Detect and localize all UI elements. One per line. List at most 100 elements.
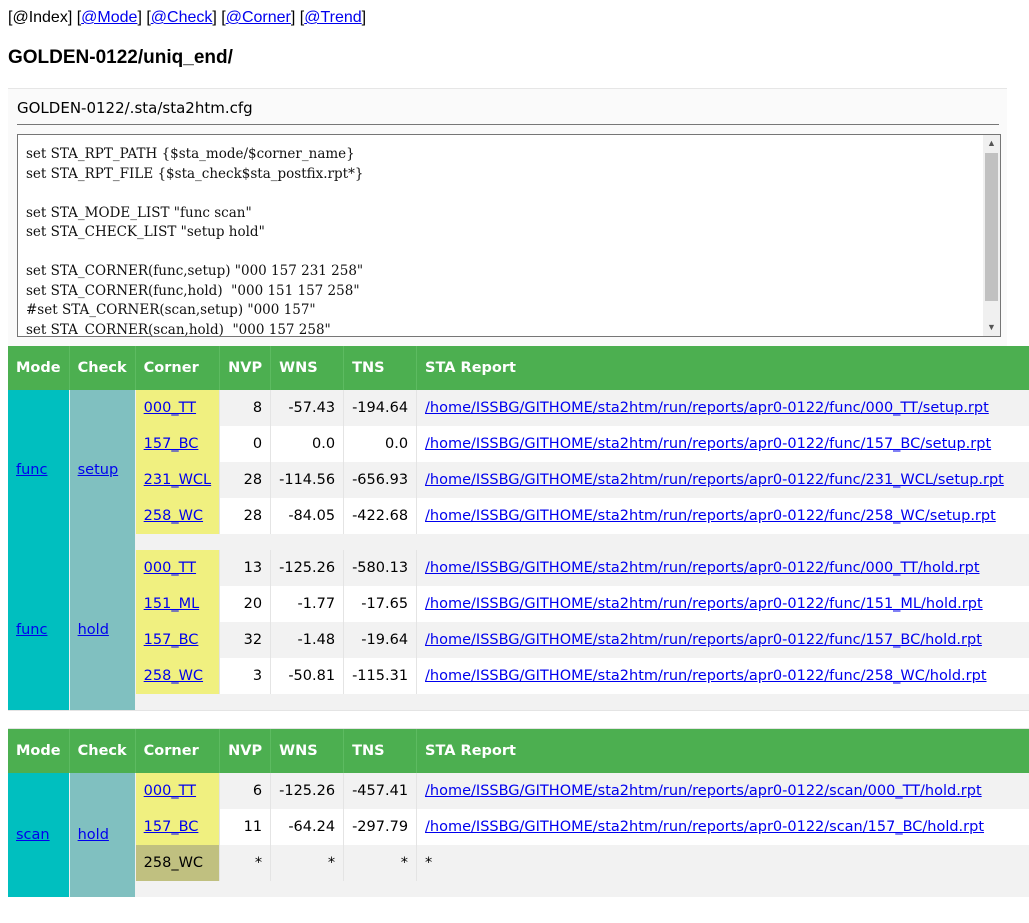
- config-panel: GOLDEN-0122/.sta/sta2htm.cfg set STA_RPT…: [8, 88, 1007, 347]
- corner-cell: 157_BC: [134, 622, 220, 658]
- col-header-mode: Mode: [8, 346, 70, 390]
- report-cell-link[interactable]: /home/ISSBG/GITHOME/sta2htm/run/reports/…: [425, 783, 982, 799]
- corner-cell-link[interactable]: 000_TT: [144, 560, 196, 576]
- wns-cell: -114.56: [270, 462, 344, 498]
- wns-cell: -64.24: [270, 809, 344, 845]
- corner-cell-link[interactable]: 157_BC: [144, 819, 199, 835]
- col-header-nvp: NVP: [219, 728, 271, 773]
- tns-cell: -457.41: [343, 773, 417, 809]
- table-row: scan hold 000_TT 6 -125.26 -457.41/home/ISSBG…: [8, 773, 1029, 897]
- sta-summary-table: Mode Check Corner NVP WNS TNS STA Report func se…: [8, 346, 1029, 897]
- corner-cell: 258_WC: [134, 658, 220, 694]
- report-cell: /home/ISSBG/GITHOME/sta2htm/run/reports/…: [416, 809, 1029, 845]
- corner-cell: 157_BC: [134, 426, 220, 462]
- col-header-corner: Corner: [134, 346, 220, 390]
- nvp-cell: 28: [219, 498, 271, 534]
- col-header-nvp: NVP: [219, 346, 271, 390]
- col-header-sta-report: STA Report: [416, 728, 1029, 773]
- nvp-cell: 28: [219, 462, 271, 498]
- nav-mode-link[interactable]: @Mode: [81, 9, 137, 26]
- table-row: 157_BC 0 0.0 0.0/home/ISSBG/GITHOME/sta2htm…: [8, 426, 1029, 462]
- table-row: 157_BC 11 -64.24 -297.79/home/ISSBG/GITHOME…: [8, 809, 1029, 845]
- report-cell-link[interactable]: /home/ISSBG/GITHOME/sta2htm/run/reports/…: [425, 632, 982, 648]
- report-cell-link[interactable]: /home/ISSBG/GITHOME/sta2htm/run/reports/…: [425, 472, 1004, 488]
- config-divider: [17, 124, 999, 125]
- corner-cell-link[interactable]: 157_BC: [144, 436, 199, 452]
- wns-cell: -84.05: [270, 498, 344, 534]
- report-cell: /home/ISSBG/GITHOME/sta2htm/run/reports/…: [416, 550, 1029, 586]
- nav-corner-link[interactable]: @Corner: [226, 9, 291, 26]
- wns-cell: *: [270, 845, 344, 881]
- tns-cell: -115.31: [343, 658, 417, 694]
- table-row: 258_WC 3 -50.81 -115.31/home/ISSBG/GITHOME/…: [8, 658, 1029, 694]
- corner-cell-link[interactable]: 258_WC: [144, 668, 203, 684]
- corner-cell-link[interactable]: 000_TT: [144, 400, 196, 416]
- tns-cell: -580.13: [343, 550, 417, 586]
- report-cell: /home/ISSBG/GITHOME/sta2htm/run/reports/…: [416, 586, 1029, 622]
- table-row: 258_WC * * * *: [8, 845, 1029, 881]
- check-cell-link[interactable]: hold: [78, 827, 109, 843]
- corner-cell-link[interactable]: 000_TT: [144, 783, 196, 799]
- corner-cell-link[interactable]: 258_WC: [144, 508, 203, 524]
- corner-cell-link[interactable]: 157_BC: [144, 632, 199, 648]
- corner-cell-link[interactable]: 151_ML: [144, 596, 200, 612]
- table-gap-cell: [8, 710, 1029, 729]
- corner-cell: 258_WC: [134, 845, 220, 881]
- table-row: 258_WC 28 -84.05 -422.68/home/ISSBG/GITHOME…: [8, 498, 1029, 534]
- report-cell: /home/ISSBG/GITHOME/sta2htm/run/reports/…: [416, 498, 1029, 534]
- tns-cell: 0.0: [343, 426, 417, 462]
- report-cell-link[interactable]: /home/ISSBG/GITHOME/sta2htm/run/reports/…: [425, 819, 984, 835]
- check-cell-link[interactable]: setup: [78, 462, 119, 478]
- tns-cell: -17.65: [343, 586, 417, 622]
- group-spacer-cell: [135, 694, 1029, 711]
- check-cell: setup: [68, 390, 136, 550]
- corner-cell: 000_TT: [134, 390, 220, 426]
- tns-cell: -19.64: [343, 622, 417, 658]
- corner-cell: 151_ML: [134, 586, 220, 622]
- report-cell-link[interactable]: /home/ISSBG/GITHOME/sta2htm/run/reports/…: [425, 400, 989, 416]
- corner-cell: 157_BC: [134, 809, 220, 845]
- page-title: GOLDEN-0122/uniq_end/: [8, 47, 233, 68]
- report-cell: /home/ISSBG/GITHOME/sta2htm/run/reports/…: [416, 773, 1029, 809]
- config-text: set STA_RPT_PATH {$sta_mode/$corner_name…: [26, 146, 364, 337]
- corner-cell: 231_WCL: [134, 462, 220, 498]
- mode-cell-link[interactable]: scan: [16, 827, 50, 843]
- group-spacer-cell: [135, 881, 1029, 897]
- table-row: func hold 000_TT 13 -125.26 -580.13/home/ISSB…: [8, 550, 1029, 711]
- scroll-up-arrow-icon[interactable]: ▲: [983, 135, 1000, 152]
- scrollbar-thumb[interactable]: [985, 153, 998, 301]
- report-cell: /home/ISSBG/GITHOME/sta2htm/run/reports/…: [416, 658, 1029, 694]
- report-cell-link[interactable]: /home/ISSBG/GITHOME/sta2htm/run/reports/…: [425, 436, 991, 452]
- top-nav: [@Index] [@Mode] [@Check] [@Corner] [@Tr…: [8, 9, 367, 26]
- col-header-check: Check: [68, 728, 136, 773]
- report-cell: /home/ISSBG/GITHOME/sta2htm/run/reports/…: [416, 390, 1029, 426]
- tns-cell: -422.68: [343, 498, 417, 534]
- scroll-down-arrow-icon[interactable]: ▼: [983, 319, 1000, 336]
- report-cell: /home/ISSBG/GITHOME/sta2htm/run/reports/…: [416, 462, 1029, 498]
- table-row: func setup 000_TT 8 -57.43 -194.64/home/ISSBG…: [8, 390, 1029, 550]
- report-cell: /home/ISSBG/GITHOME/sta2htm/run/reports/…: [416, 622, 1029, 658]
- wns-cell: -50.81: [270, 658, 344, 694]
- report-cell-link[interactable]: /home/ISSBG/GITHOME/sta2htm/run/reports/…: [425, 508, 996, 524]
- mode-cell-link[interactable]: func: [16, 622, 47, 638]
- corner-cell-link[interactable]: 231_WCL: [144, 472, 211, 488]
- wns-cell: -1.77: [270, 586, 344, 622]
- wns-cell: -125.26: [270, 550, 344, 586]
- col-header-sta-report: STA Report: [416, 346, 1029, 390]
- mode-cell-link[interactable]: func: [16, 462, 47, 478]
- table-row: 231_WCL 28 -114.56 -656.93/home/ISSBG/GITHO…: [8, 462, 1029, 498]
- config-scrollbar[interactable]: ▲ ▼: [983, 135, 1000, 336]
- col-header-check: Check: [68, 346, 136, 390]
- check-cell-link[interactable]: hold: [78, 622, 109, 638]
- config-path: GOLDEN-0122/.sta/sta2htm.cfg: [17, 99, 253, 117]
- nav-check-link[interactable]: @Check: [151, 9, 213, 26]
- report-cell-link[interactable]: /home/ISSBG/GITHOME/sta2htm/run/reports/…: [425, 668, 986, 684]
- nav-trend-link[interactable]: @Trend: [304, 9, 361, 26]
- report-cell-link[interactable]: /home/ISSBG/GITHOME/sta2htm/run/reports/…: [425, 560, 979, 576]
- nav-index: [@Index]: [8, 9, 73, 26]
- table-gap: [8, 710, 1029, 729]
- tns-cell: -656.93: [343, 462, 417, 498]
- check-cell: hold: [68, 773, 136, 897]
- report-cell-link[interactable]: /home/ISSBG/GITHOME/sta2htm/run/reports/…: [425, 596, 983, 612]
- config-textarea[interactable]: set STA_RPT_PATH {$sta_mode/$corner_name…: [17, 134, 1001, 337]
